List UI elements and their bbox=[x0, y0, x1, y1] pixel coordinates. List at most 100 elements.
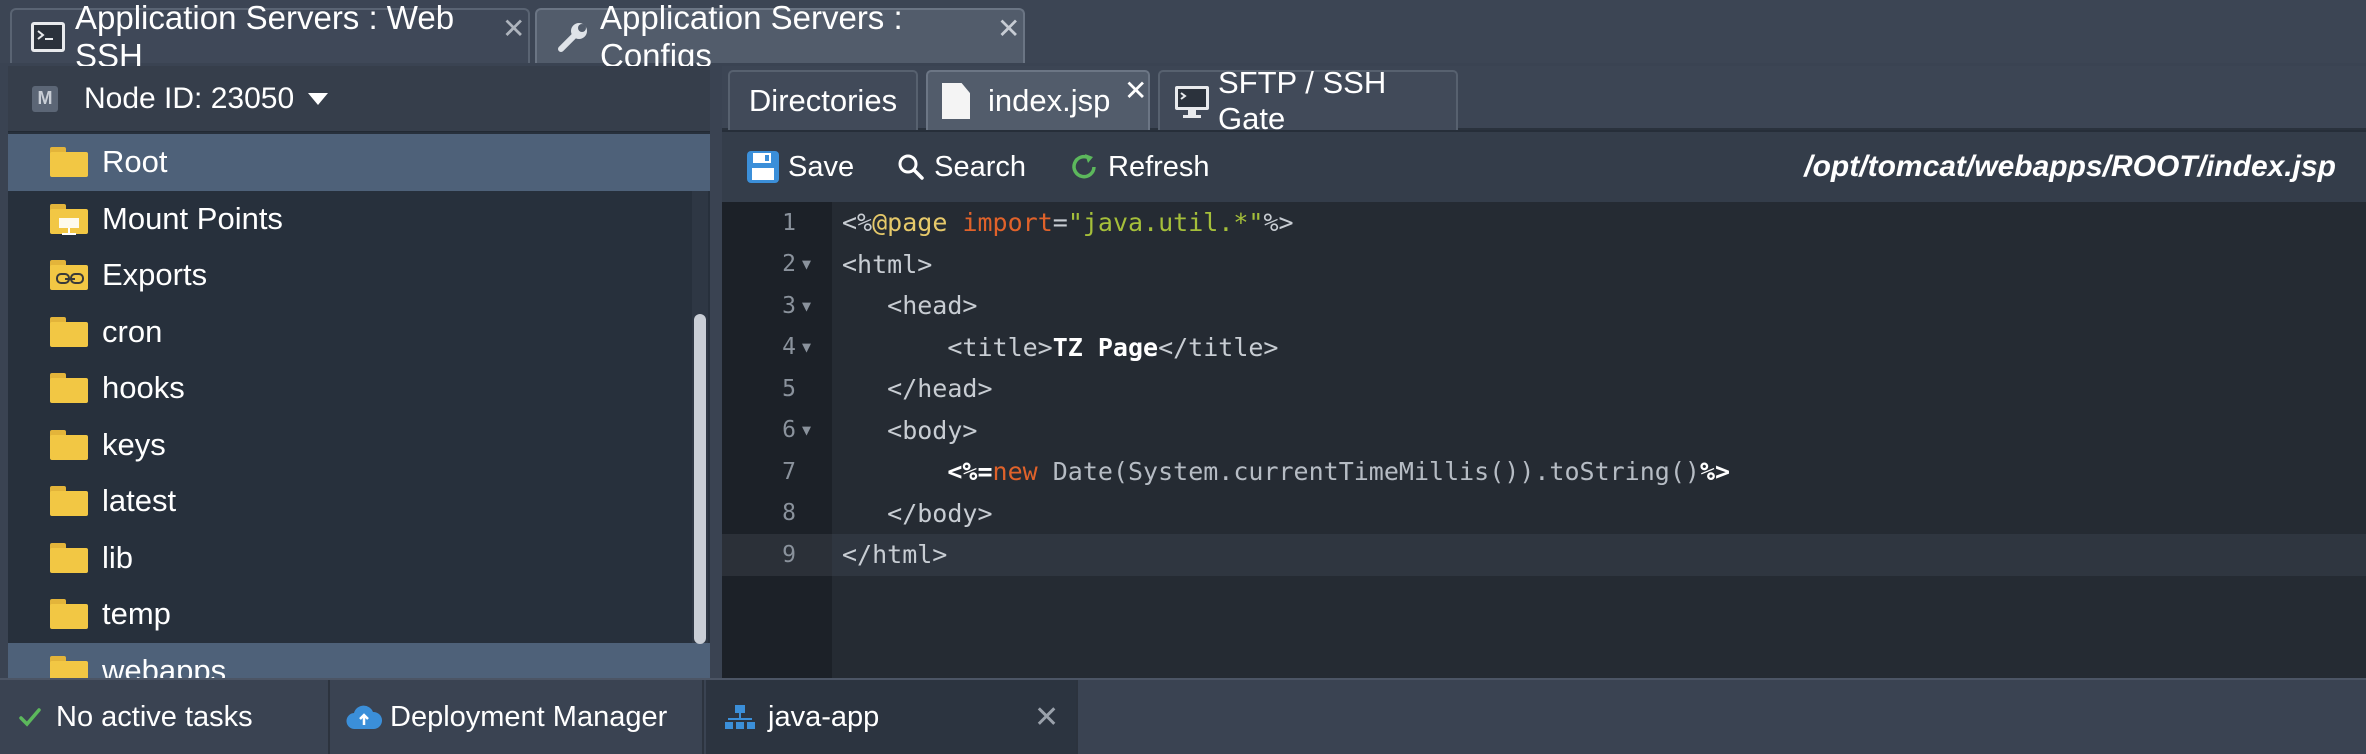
folder-icon bbox=[50, 429, 88, 460]
folder-icon bbox=[50, 373, 88, 404]
environment-icon bbox=[725, 705, 755, 729]
checkmark-icon bbox=[19, 708, 41, 727]
close-icon[interactable]: ✕ bbox=[997, 12, 1020, 45]
code-line[interactable]: 5 </head> bbox=[722, 368, 2366, 410]
editor-panel: Directories index.jsp ✕ SFTP / SSH Gate … bbox=[722, 65, 2366, 678]
code-text: </head> bbox=[842, 374, 993, 404]
deployment-manager-tab[interactable]: Deployment Manager bbox=[332, 680, 704, 754]
tree-item-latest[interactable]: latest bbox=[8, 473, 710, 530]
code-line[interactable]: 8 </body> bbox=[722, 493, 2366, 535]
tree-item-label: hooks bbox=[102, 370, 185, 406]
code-line[interactable]: 7 <%=new Date(System.currentTimeMillis()… bbox=[722, 451, 2366, 493]
tab-label: SFTP / SSH Gate bbox=[1218, 65, 1387, 136]
tree-item-label: latest bbox=[102, 483, 177, 519]
node-selector[interactable]: M Node ID: 23050 bbox=[8, 66, 710, 132]
java-app-tab[interactable]: java-app ✕ bbox=[706, 680, 1078, 754]
tree-item-temp[interactable]: temp bbox=[8, 586, 710, 643]
deploy-label: Deployment Manager bbox=[390, 700, 668, 733]
floppy-disk-icon bbox=[747, 151, 779, 183]
code-editor[interactable]: 1 <%@page import="java.util.*"%> 2 ▼ <htm… bbox=[722, 202, 2366, 678]
line-number: 2 bbox=[782, 251, 796, 278]
tab-directories[interactable]: Directories bbox=[728, 70, 918, 130]
export-folder-icon bbox=[50, 260, 88, 291]
fold-toggle-icon[interactable]: ▼ bbox=[802, 421, 811, 439]
tree-item-mount-points[interactable]: Mount Points bbox=[8, 191, 710, 248]
tree-item-exports[interactable]: Exports bbox=[8, 247, 710, 304]
file-path: /opt/tomcat/webapps/ROOT/index.jsp bbox=[1804, 150, 2336, 183]
code-text: </body> bbox=[842, 498, 993, 528]
refresh-button[interactable]: Refresh bbox=[1068, 151, 1210, 184]
folder-icon bbox=[50, 542, 88, 573]
code-text: <head> bbox=[842, 291, 978, 321]
code-line[interactable]: 1 <%@page import="java.util.*"%> bbox=[722, 202, 2366, 244]
line-number: 4 bbox=[782, 334, 796, 361]
tab-index-jsp[interactable]: index.jsp ✕ bbox=[926, 70, 1150, 130]
save-label: Save bbox=[788, 150, 855, 183]
tasks-status[interactable]: No active tasks bbox=[0, 680, 330, 754]
file-icon bbox=[942, 83, 970, 119]
monitor-icon bbox=[1174, 85, 1210, 118]
tree-item-root[interactable]: Root bbox=[8, 134, 710, 191]
code-line[interactable]: 2 ▼ <html> bbox=[722, 244, 2366, 286]
code-text: </html> bbox=[842, 540, 948, 570]
tree-item-keys[interactable]: keys bbox=[8, 417, 710, 474]
tab-web-ssh[interactable]: Application Servers : Web SSH ✕ bbox=[10, 0, 530, 74]
tab-label: index.jsp bbox=[988, 83, 1111, 118]
refresh-label: Refresh bbox=[1108, 150, 1210, 183]
app-label: java-app bbox=[768, 700, 880, 733]
tree-item-label: Exports bbox=[102, 257, 208, 293]
tree-item-webapps[interactable]: webapps bbox=[8, 642, 710, 678]
folder-icon bbox=[50, 655, 88, 678]
editor-tab-bar: Directories index.jsp ✕ SFTP / SSH Gate bbox=[722, 65, 2366, 136]
close-icon[interactable]: ✕ bbox=[502, 12, 525, 45]
close-icon[interactable]: ✕ bbox=[1034, 700, 1059, 735]
tree-item-label: cron bbox=[102, 313, 163, 349]
chevron-down-icon[interactable] bbox=[308, 92, 329, 105]
fold-toggle-icon[interactable]: ▼ bbox=[802, 255, 811, 273]
close-icon[interactable]: ✕ bbox=[1124, 74, 1147, 107]
scrollbar-thumb[interactable] bbox=[694, 314, 706, 644]
code-text: <title>TZ Page</title> bbox=[842, 332, 1279, 362]
tab-label: Application Servers : Web SSH bbox=[75, 0, 455, 74]
fold-toggle-icon[interactable]: ▼ bbox=[802, 338, 811, 356]
refresh-icon bbox=[1072, 154, 1096, 179]
fold-toggle-icon[interactable]: ▼ bbox=[802, 297, 811, 315]
code-line[interactable]: 6 ▼ <body> bbox=[722, 410, 2366, 452]
tree-item-cron[interactable]: cron bbox=[8, 304, 710, 361]
folder-icon bbox=[50, 316, 88, 347]
tasks-label: No active tasks bbox=[56, 700, 253, 733]
code-line[interactable]: 3 ▼ <head> bbox=[722, 285, 2366, 327]
code-text: <html> bbox=[842, 249, 933, 279]
cloud-upload-icon bbox=[346, 705, 382, 730]
folder-icon bbox=[50, 599, 88, 630]
status-bar: No active tasks Deployment Manager java-… bbox=[0, 678, 2366, 754]
mount-folder-icon bbox=[50, 203, 88, 235]
tab-label: Application Servers : Configs bbox=[600, 0, 903, 74]
line-number: 3 bbox=[782, 292, 796, 319]
tree-item-label: webapps bbox=[102, 652, 227, 678]
tab-sftp-ssh-gate[interactable]: SFTP / SSH Gate bbox=[1158, 65, 1458, 136]
code-line-active[interactable]: 9 </html> bbox=[722, 534, 2366, 576]
tree-item-label: Root bbox=[102, 144, 168, 180]
node-label: Node ID: 23050 bbox=[84, 81, 295, 115]
tree-item-label: temp bbox=[102, 596, 171, 632]
folder-icon bbox=[50, 486, 88, 517]
line-number: 7 bbox=[782, 458, 796, 485]
tab-configs[interactable]: Application Servers : Configs ✕ bbox=[535, 0, 1025, 74]
tab-label: Directories bbox=[748, 83, 898, 118]
search-label: Search bbox=[934, 150, 1026, 183]
tree-item-hooks[interactable]: hooks bbox=[8, 360, 710, 417]
code-text: <%@page import="java.util.*"%> bbox=[842, 208, 1294, 238]
line-number: 9 bbox=[782, 541, 796, 568]
search-icon bbox=[898, 154, 924, 180]
save-button[interactable]: Save bbox=[746, 150, 854, 184]
app-window: Application Servers : Web SSH ✕ Applicat… bbox=[0, 0, 2366, 754]
tree-item-lib[interactable]: lib bbox=[8, 530, 710, 587]
node-badge-icon: M bbox=[32, 85, 58, 112]
search-button[interactable]: Search bbox=[896, 151, 1026, 184]
folder-icon bbox=[50, 147, 88, 178]
tree-item-label: lib bbox=[102, 539, 134, 575]
code-line[interactable]: 4 ▼ <title>TZ Page</title> bbox=[722, 327, 2366, 369]
directory-tree: Root Mount Points Exports cron hooks key… bbox=[8, 134, 710, 678]
top-tab-bar: Application Servers : Web SSH ✕ Applicat… bbox=[0, 0, 2366, 74]
